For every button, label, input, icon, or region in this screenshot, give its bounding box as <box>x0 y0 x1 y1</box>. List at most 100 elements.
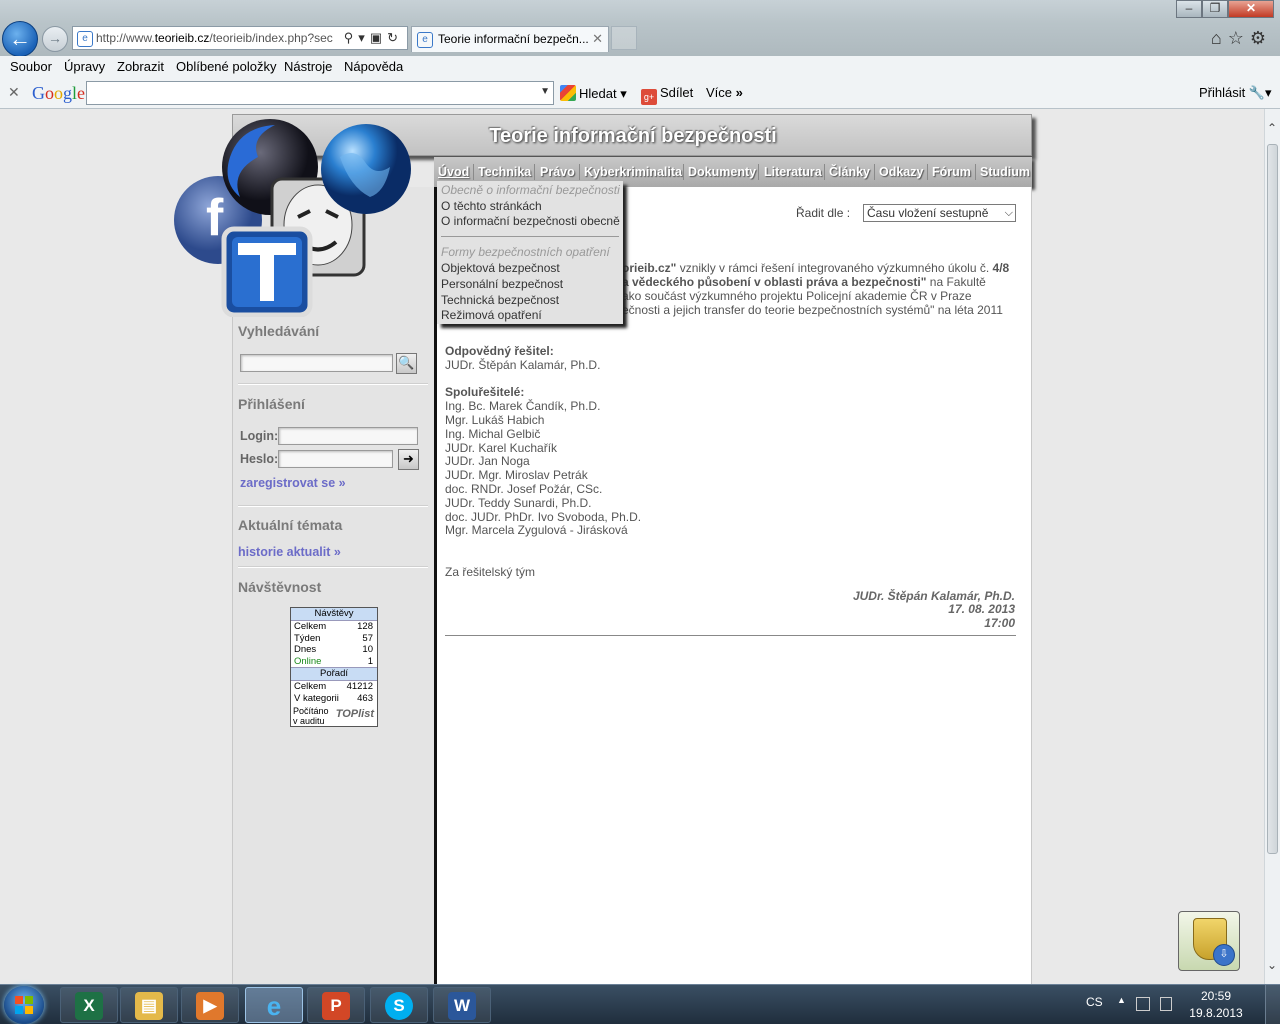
dropdown-item-personalni[interactable]: Personální bezpečnost <box>441 277 563 291</box>
favorites-star-icon[interactable]: ☆ <box>1228 28 1250 48</box>
nav-kyberkriminalita[interactable]: Kyberkriminalita <box>584 165 682 179</box>
dropdown-item-o-techto-strankach[interactable]: O těchto stránkách <box>441 199 542 213</box>
nav-technika[interactable]: Technika <box>478 165 531 179</box>
scroll-up-icon[interactable]: ⌃ <box>1267 121 1277 135</box>
scroll-down-icon[interactable]: ⌄ <box>1267 958 1277 972</box>
taskbar-excel[interactable]: X <box>60 987 118 1023</box>
counter-rank-header: Pořadí <box>291 667 377 681</box>
clock-date[interactable]: 19.8.2013 <box>1184 1006 1248 1020</box>
power-plug-icon[interactable] <box>1160 997 1172 1011</box>
share-button[interactable]: g+ Sdílet <box>641 85 693 105</box>
search-button[interactable]: 🔍 <box>396 353 417 374</box>
menu-item-tools[interactable]: Nástroje <box>284 59 332 74</box>
download-arrow-icon: ⇩ <box>1213 944 1235 966</box>
coresearcher-item: doc. JUDr. PhDr. Ivo Svoboda, Ph.D. <box>445 510 642 524</box>
nav-uvod[interactable]: Úvod <box>438 165 469 179</box>
maximize-button[interactable]: ❐ <box>1202 0 1228 18</box>
nav-pravo[interactable]: Právo <box>540 165 575 179</box>
nav-clanky[interactable]: Články <box>829 165 870 179</box>
register-link[interactable]: zaregistrovat se » <box>240 476 346 490</box>
forward-button[interactable]: → <box>42 26 68 52</box>
dropdown-item-technicka[interactable]: Technická bezpečnost <box>441 293 559 307</box>
nav-odkazy[interactable]: Odkazy <box>879 165 923 179</box>
login-heading: Přihlášení <box>238 396 305 412</box>
menu-item-edit[interactable]: Úpravy <box>64 59 105 74</box>
show-hidden-icons-icon[interactable]: ▲ <box>1117 995 1126 1005</box>
intro-line: orieib.cz" vznikly v rámci řešení integr… <box>622 261 1010 275</box>
google-search-button[interactable]: Hledat ▾ <box>560 85 627 102</box>
menu-item-file[interactable]: Soubor <box>10 59 52 74</box>
security-addon-button[interactable]: ⇩ <box>1178 911 1240 971</box>
address-url[interactable]: http://www.teorieib.cz/teorieib/index.ph… <box>96 31 340 45</box>
toolbar-close-icon[interactable]: ✕ <box>8 84 20 101</box>
tab-close-icon[interactable]: ✕ <box>592 31 603 47</box>
toplist-logo: TOPlist <box>335 708 374 720</box>
history-link[interactable]: historie aktualit » <box>238 545 341 559</box>
scroll-thumb[interactable] <box>1267 144 1278 854</box>
dropdown-item-objektova[interactable]: Objektová bezpečnost <box>441 261 560 275</box>
menu-bar: Soubor Úpravy Zobrazit Oblíbené položky … <box>0 56 1280 79</box>
back-button[interactable]: ← <box>2 21 38 57</box>
system-tray: CS ▲ 20:59 19.8.2013 <box>1080 985 1280 1024</box>
address-bar[interactable]: e http://www.teorieib.cz/teorieib/index.… <box>72 26 408 50</box>
counter-footer: Počítáno v auditu <box>293 706 329 726</box>
responsible-name: JUDr. Štěpán Kalamár, Ph.D. <box>445 358 601 372</box>
search-dropdown-icon[interactable]: ▼ <box>540 86 550 97</box>
nav-separator <box>683 164 684 180</box>
site-t-logo-icon <box>221 226 313 318</box>
taskbar-skype[interactable]: S <box>370 987 428 1023</box>
taskbar-word[interactable]: W <box>433 987 491 1023</box>
toplist-counter[interactable]: Návštěvy Celkem 128 Týden 57 Dnes 10 Online… <box>290 607 378 727</box>
login-submit-button[interactable]: ➜ <box>398 449 419 470</box>
sort-select[interactable]: Času vložení sestupně ⌵ <box>863 204 1016 222</box>
nav-forum[interactable]: Fórum <box>932 165 971 179</box>
login-arrow-icon: ➜ <box>403 451 414 466</box>
dropdown-item-rezimova[interactable]: Režimová opatření <box>441 308 542 322</box>
taskbar-media-player[interactable]: ▶ <box>181 987 239 1023</box>
vertical-scrollbar[interactable]: ⌃ ⌄ <box>1264 109 1280 984</box>
menu-item-view[interactable]: Zobrazit <box>117 59 164 74</box>
dropdown-item-o-informacni-bezpecnosti[interactable]: O informační bezpečnosti obecně <box>441 214 620 228</box>
taskbar-internet-explorer[interactable]: e <box>245 987 303 1023</box>
counter-row: V kategorii 463 <box>294 692 373 704</box>
signin-button[interactable]: Přihlásit 🔧▾ <box>1199 85 1272 101</box>
topics-heading: Aktuální témata <box>238 517 343 533</box>
sidebar-search-input[interactable] <box>240 354 393 372</box>
close-window-button[interactable]: ✕ <box>1228 0 1274 18</box>
content-divider <box>445 635 1016 636</box>
coresearcher-item: JUDr. Karel Kuchařík <box>445 441 558 455</box>
home-icon[interactable]: ⌂ <box>1211 28 1228 48</box>
clock-time[interactable]: 20:59 <box>1188 989 1244 1003</box>
address-actions[interactable]: ⚲▾▣↻ <box>344 30 403 46</box>
dropdown-divider <box>441 236 619 237</box>
google-plus-icon: g+ <box>641 89 657 105</box>
menu-item-help[interactable]: Nápověda <box>344 59 403 74</box>
tab-favicon-icon: e <box>417 32 433 48</box>
site-logo-collage: f <box>170 117 420 318</box>
nav-literatura[interactable]: Literatura <box>764 165 822 179</box>
minimize-button[interactable]: – <box>1176 0 1202 18</box>
browser-tab[interactable]: e Teorie informační bezpečn... ✕ <box>411 26 609 52</box>
password-input[interactable] <box>278 450 393 468</box>
nav-dokumenty[interactable]: Dokumenty <box>688 165 756 179</box>
nav-studium[interactable]: Studium <box>980 165 1030 179</box>
uvod-dropdown-menu: Obecně o informační bezpečnosti O těchto… <box>437 181 623 324</box>
counter-row: Dnes 10 <box>294 644 373 655</box>
nav-separator <box>534 164 535 180</box>
show-desktop-button[interactable] <box>1265 985 1280 1024</box>
dropdown-caption: Formy bezpečnostních opatření <box>441 245 610 259</box>
login-input[interactable] <box>278 427 418 445</box>
start-button[interactable] <box>4 986 44 1024</box>
taskbar-explorer[interactable]: ▤ <box>120 987 178 1023</box>
new-tab-button[interactable] <box>611 26 637 50</box>
menu-item-favorites[interactable]: Oblíbené položky <box>176 59 276 74</box>
google-search-input[interactable]: ▼ <box>86 81 554 105</box>
team-line: Za řešitelský tým <box>445 565 536 579</box>
tools-gear-icon[interactable]: ⚙ <box>1250 28 1272 48</box>
action-center-flag-icon[interactable] <box>1136 997 1150 1011</box>
sidebar-divider <box>238 383 428 385</box>
language-indicator[interactable]: CS <box>1086 995 1103 1009</box>
counter-visits-header: Návštěvy <box>291 608 377 621</box>
taskbar-powerpoint[interactable]: P <box>307 987 365 1023</box>
more-button[interactable]: Více » <box>706 85 743 100</box>
